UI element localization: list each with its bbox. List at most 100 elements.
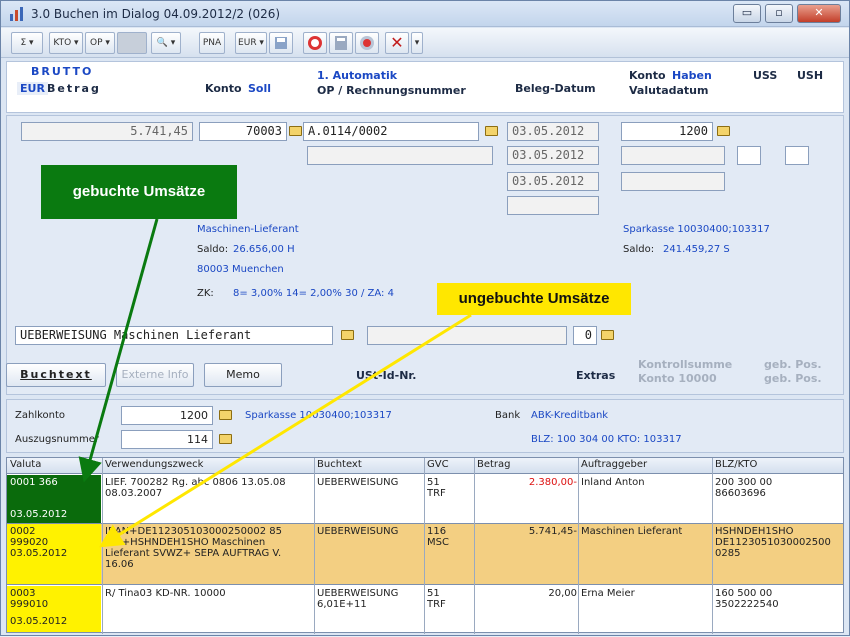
soll-city: 80003 Muenchen [197, 264, 284, 275]
zahlkonto-field[interactable]: 1200 [121, 406, 213, 425]
booking-window: 3.0 Buchen im Dialog 04.09.2012/2 (026) … [0, 0, 850, 636]
auftraggeber-cell: Inland Anton [581, 477, 645, 488]
zero-field[interactable]: 0 [573, 326, 597, 345]
uss-field[interactable] [737, 146, 761, 165]
betrag-cell: 20,00 [548, 588, 577, 599]
close-button[interactable]: ✕ [797, 4, 841, 23]
col-auftraggeber[interactable]: Auftraggeber [581, 459, 647, 470]
bank-label: Bank [495, 410, 521, 421]
toolbar: Σ ▾ KTO ▾ OP ▾ 🔍 ▾ PNA EUR ▾ ✕ ▾ [1, 28, 849, 58]
gvc-cell: TRF [427, 488, 446, 499]
op-button[interactable]: OP ▾ [85, 32, 115, 54]
valuta-cell: 999020 [10, 537, 49, 548]
minimize-button[interactable]: ▭ [733, 4, 761, 23]
op-extra-field[interactable] [307, 146, 493, 165]
calculator-icon[interactable] [329, 32, 353, 54]
transactions-grid: Valuta Verwendungszweck Buchtext GVC Bet… [6, 457, 844, 634]
zk-label: ZK: [197, 288, 214, 299]
folder-icon[interactable] [289, 126, 302, 136]
valuta-cell: 0002 [10, 526, 36, 537]
ush-field[interactable] [785, 146, 809, 165]
beleg-datum-field-3[interactable]: 03.05.2012 [507, 172, 599, 191]
konto-soll-field[interactable]: 70003 [199, 122, 287, 141]
column-divider [578, 458, 579, 634]
valuta-field[interactable] [621, 146, 725, 165]
memo-button[interactable]: Memo [204, 363, 282, 387]
auszugsnummer-field[interactable]: 114 [121, 430, 213, 449]
eur-label[interactable]: EUR [17, 82, 48, 95]
table-row[interactable]: 0001 366 03.05.2012 LIEF. 700282 Rg. abc… [7, 475, 843, 523]
bank-name: ABK-Kreditbank [531, 410, 609, 421]
table-row[interactable]: 0002 999020 03.05.2012 IBAN+DE1123051030… [7, 523, 843, 585]
col-blz-kto[interactable]: BLZ/KTO [715, 459, 757, 470]
op-number-field[interactable]: A.0114/0002 [303, 122, 479, 141]
kto-button[interactable]: KTO ▾ [49, 32, 83, 54]
beleg-datum-field-2[interactable]: 03.05.2012 [507, 146, 599, 165]
konto-haben-label: Konto [629, 69, 666, 82]
blz-cell: 160 500 00 [715, 588, 773, 599]
valutadatum-label: Valutadatum [629, 84, 709, 97]
preview-button[interactable]: 🔍 ▾ [151, 32, 181, 54]
buchtext-cell: 6,01E+11 [317, 599, 367, 610]
soll-label: Soll [248, 82, 272, 95]
valuta-cell: 999010 [10, 599, 49, 610]
geb-pos-label-2: geb. Pos. [764, 372, 822, 385]
cancel-icon[interactable]: ✕ [385, 32, 409, 54]
externe-info-button[interactable]: Externe Info [116, 363, 194, 387]
folder-icon[interactable] [485, 126, 498, 136]
ust-id-label: USt-Id-Nr. [356, 369, 417, 382]
button-row: Buchtext Externe Info Memo USt-Id-Nr. Ex… [6, 355, 844, 395]
blz-cell: 86603696 [715, 488, 766, 499]
valuta-date-cell: 03.05.2012 [10, 616, 68, 627]
blz-cell: DE1123051030002500 [715, 537, 831, 548]
konto-haben-field[interactable]: 1200 [621, 122, 713, 141]
eur-button[interactable]: EUR ▾ [235, 32, 267, 54]
betrag-label: Betrag [47, 82, 101, 95]
col-verwendungszweck[interactable]: Verwendungszweck [105, 459, 203, 470]
automatik-label: 1. Automatik [317, 69, 398, 82]
ungebuchte-umsaetze-callout: ungebuchte Umsätze [437, 283, 631, 315]
buchtext-cell: UEBERWEISUNG [317, 477, 399, 488]
window-title: 3.0 Buchen im Dialog 04.09.2012/2 (026) [31, 7, 281, 21]
column-divider [102, 458, 103, 634]
col-betrag[interactable]: Betrag [477, 459, 511, 470]
blz-kto-info: BLZ: 100 304 00 KTO: 103317 [531, 434, 682, 445]
extra-date-field[interactable] [507, 196, 599, 215]
stamp-icon[interactable] [355, 32, 379, 54]
kostenstelle-field[interactable] [367, 326, 567, 345]
gvc-cell: 116 [427, 526, 447, 537]
folder-icon[interactable] [341, 330, 354, 340]
buchtext-field[interactable]: UEBERWEISUNG Maschinen Lieferant [15, 326, 333, 345]
gvc-cell: MSC [427, 537, 449, 548]
buchtext-cell: UEBERWEISUNG [317, 526, 399, 537]
toolbar-dropdown-icon[interactable]: ▾ [411, 32, 423, 54]
pna-button[interactable]: PNA [199, 32, 225, 54]
soll-saldo-value: 26.656,00 H [233, 244, 295, 255]
col-gvc[interactable]: GVC [427, 459, 449, 470]
zahlkonto-name: Sparkasse 10030400;103317 [245, 410, 392, 421]
haben-account-name: Sparkasse 10030400;103317 [623, 224, 770, 235]
zweck-cell: IBAN+DE112305103000250002 85 [105, 526, 282, 537]
valuta-cell: 0003 [10, 588, 36, 599]
buchtext-button[interactable]: Buchtext [6, 363, 106, 387]
blz-cell: 3502222540 [715, 599, 779, 610]
op-label: OP / Rechnungsnummer [317, 84, 466, 97]
betrag-field[interactable]: 5.741,45 [21, 122, 193, 141]
maximize-button[interactable]: ▫ [765, 4, 793, 23]
folder-icon[interactable] [219, 434, 232, 444]
folder-icon[interactable] [219, 410, 232, 420]
folder-icon[interactable] [601, 330, 614, 340]
konto-label: Konto [205, 82, 242, 95]
table-row[interactable]: 0003 999010 03.05.2012 R/ Tina03 KD-NR. … [7, 586, 843, 632]
folder-icon[interactable] [717, 126, 730, 136]
col-buchtext[interactable]: Buchtext [317, 459, 362, 470]
blz-cell: 200 300 00 [715, 477, 773, 488]
alarm-icon[interactable] [303, 32, 327, 54]
extra-field[interactable] [621, 172, 725, 191]
col-valuta[interactable]: Valuta [10, 459, 41, 470]
auftraggeber-cell: Maschinen Lieferant [581, 526, 683, 537]
sum-button[interactable]: Σ ▾ [11, 32, 43, 54]
save-icon[interactable] [269, 32, 293, 54]
ush-label: USH [797, 69, 824, 82]
beleg-datum-field-1[interactable]: 03.05.2012 [507, 122, 599, 141]
